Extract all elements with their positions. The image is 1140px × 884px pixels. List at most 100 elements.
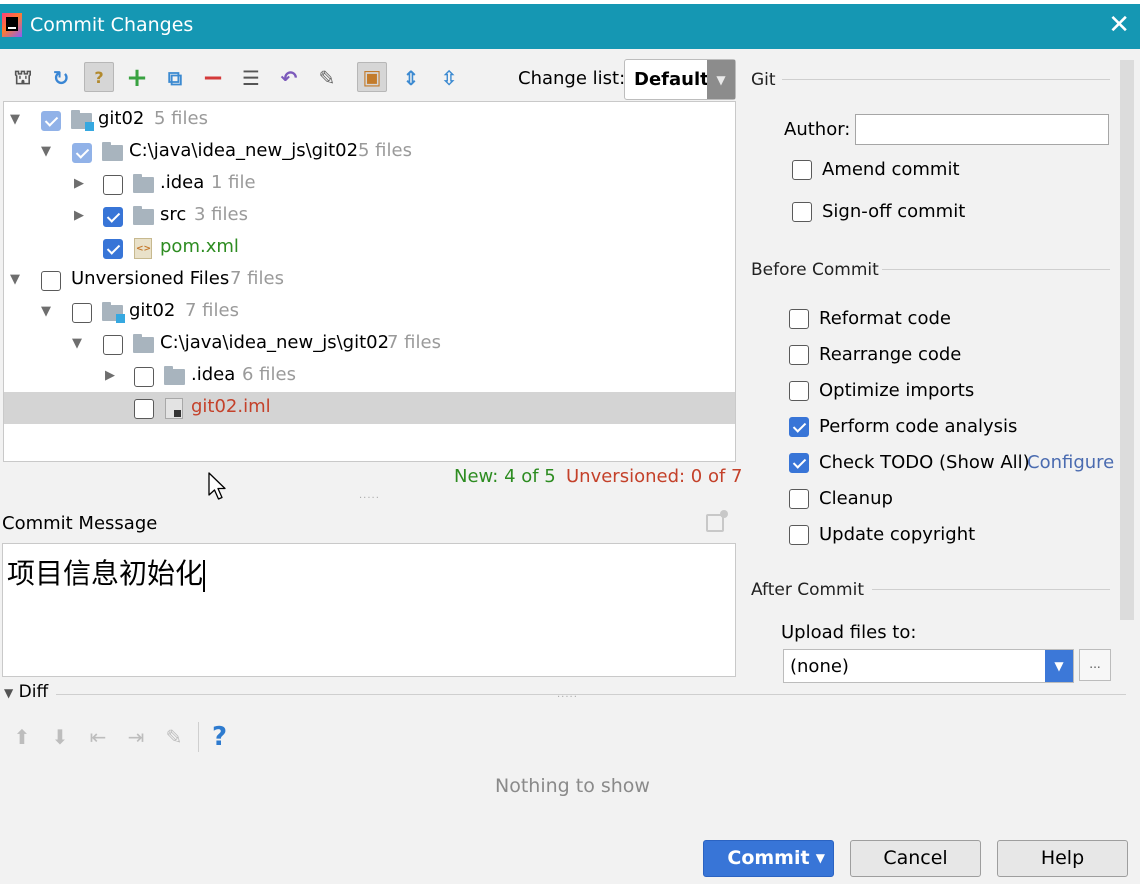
tree-row[interactable]: ▶ .idea 6 files (4, 360, 735, 392)
file-count: 3 files (194, 204, 248, 225)
checkbox[interactable] (72, 303, 92, 323)
diff-toggle[interactable]: ▼ Diff (4, 682, 48, 702)
checkbox[interactable] (103, 335, 123, 355)
divider (882, 269, 1110, 270)
file-count: 5 files (358, 140, 412, 161)
edit-icon[interactable]: ✎ (312, 63, 342, 93)
checkbox[interactable] (103, 175, 123, 195)
chevron-down-icon[interactable]: ▼ (816, 841, 825, 876)
checkbox[interactable] (789, 417, 809, 437)
help-annotate-icon[interactable]: ? (84, 62, 114, 92)
refresh-icon[interactable]: ↻ (46, 63, 76, 93)
tree-row[interactable]: pom.xml (4, 232, 735, 264)
title-bar: Commit Changes ✕ (0, 0, 1140, 49)
tree-label: pom.xml (160, 236, 239, 257)
add-icon[interactable]: + (122, 63, 152, 93)
splitter-handle[interactable]: ..... (557, 689, 578, 700)
checkbox[interactable] (789, 525, 809, 545)
tree-label: git02.iml (191, 396, 271, 417)
divider (782, 79, 1110, 80)
checkbox[interactable] (41, 271, 61, 291)
checkbox[interactable] (41, 111, 61, 131)
splitter-handle[interactable]: ..... (359, 490, 380, 501)
previous-file-icon[interactable]: ⇤ (86, 725, 110, 749)
checkbox[interactable] (789, 345, 809, 365)
chevron-down-icon[interactable]: ▼ (707, 60, 735, 99)
file-count: 7 files (230, 268, 284, 289)
close-icon[interactable]: ✕ (1108, 10, 1130, 40)
help-icon[interactable]: ? (212, 722, 227, 752)
changes-tree[interactable]: ▼ git02 5 files ▼ C:\java\idea_new_js\gi… (3, 101, 736, 462)
configure-link[interactable]: Configure (1027, 452, 1114, 473)
commit-message-text: 项目信息初始化 (7, 557, 204, 590)
tree-label: git02 (98, 108, 145, 129)
upload-files-label: Upload files to: (781, 622, 917, 643)
upload-target-value: (none) (790, 656, 849, 677)
group-by-icon[interactable]: ▣ (357, 62, 387, 92)
remove-icon[interactable]: − (198, 63, 228, 93)
revert-icon[interactable]: ↶ (274, 63, 304, 93)
author-input[interactable] (855, 114, 1109, 145)
expand-arrow-icon[interactable]: ▼ (10, 272, 20, 287)
after-commit-title: After Commit (751, 580, 865, 600)
tree-label: .idea (160, 172, 205, 193)
checkbox[interactable] (789, 309, 809, 329)
checkbox[interactable] (789, 489, 809, 509)
module-folder-icon (102, 302, 125, 323)
expand-all-icon[interactable]: ⇕ (396, 63, 426, 93)
git-section-title: Git (751, 70, 776, 90)
cancel-button[interactable]: Cancel (850, 840, 981, 877)
collapse-arrow-icon[interactable]: ▼ (4, 686, 13, 700)
expand-arrow-icon[interactable]: ▼ (72, 336, 82, 351)
tree-label: .idea (191, 364, 236, 385)
tree-label: git02 (129, 300, 176, 321)
divider (56, 694, 1126, 695)
tree-row[interactable]: ▼ git02 5 files (4, 104, 735, 136)
checkbox[interactable] (103, 239, 123, 259)
expand-arrow-icon[interactable]: ▼ (41, 304, 51, 319)
tree-row[interactable]: ▼ C:\java\idea_new_js\git02 7 files (4, 328, 735, 360)
scrollbar[interactable] (1120, 60, 1134, 620)
collapsed-arrow-icon[interactable]: ▶ (74, 176, 84, 191)
tree-row[interactable]: ▼ C:\java\idea_new_js\git02 5 files (4, 136, 735, 168)
diff-icon[interactable]: ☰ (236, 63, 266, 93)
help-button[interactable]: Help (997, 840, 1128, 877)
checkbox[interactable] (134, 399, 154, 419)
module-folder-icon (71, 110, 94, 131)
tree-row[interactable]: ▼ Unversioned Files 7 files (4, 264, 735, 296)
checkbox[interactable] (103, 207, 123, 227)
expand-arrow-icon[interactable]: ▼ (10, 112, 20, 127)
checkbox[interactable] (72, 143, 92, 163)
collapsed-arrow-icon[interactable]: ▶ (105, 368, 115, 383)
checkbox[interactable] (134, 367, 154, 387)
chevron-down-icon[interactable]: ▼ (1045, 650, 1073, 682)
collapsed-arrow-icon[interactable]: ▶ (74, 208, 84, 223)
change-list-select[interactable]: Default ▼ (624, 59, 736, 100)
next-file-icon[interactable]: ⇥ (124, 725, 148, 749)
commit-history-icon[interactable]: ⛫ (8, 63, 38, 93)
author-label: Author: (784, 119, 851, 140)
browse-button[interactable]: ... (1079, 649, 1111, 681)
checkbox[interactable] (789, 453, 809, 473)
edit-source-icon[interactable]: ✎ (162, 725, 186, 749)
update-copyright-label: Update copyright (819, 524, 976, 545)
tree-row-selected[interactable]: git02.iml (4, 392, 735, 424)
recent-messages-icon[interactable] (706, 510, 728, 532)
commit-message-input[interactable]: 项目信息初始化 (2, 543, 736, 677)
window-title: Commit Changes (30, 14, 194, 36)
move-icon[interactable]: ⧉ (160, 63, 190, 93)
checkbox[interactable] (792, 160, 812, 180)
checkbox[interactable] (792, 202, 812, 222)
unversioned-files-stat: Unversioned: 0 of 7 (566, 466, 743, 487)
checkbox[interactable] (789, 381, 809, 401)
diff-label: Diff (18, 682, 49, 702)
commit-button[interactable]: Commit ▼ (703, 840, 834, 877)
collapse-all-icon[interactable]: ⇳ (434, 63, 464, 93)
tree-row[interactable]: ▶ .idea 1 file (4, 168, 735, 200)
tree-row[interactable]: ▶ src 3 files (4, 200, 735, 232)
up-arrow-icon[interactable]: ⬆ (10, 725, 34, 749)
expand-arrow-icon[interactable]: ▼ (41, 144, 51, 159)
down-arrow-icon[interactable]: ⬇ (48, 725, 72, 749)
tree-row[interactable]: ▼ git02 7 files (4, 296, 735, 328)
upload-target-select[interactable]: (none) ▼ (783, 649, 1074, 683)
